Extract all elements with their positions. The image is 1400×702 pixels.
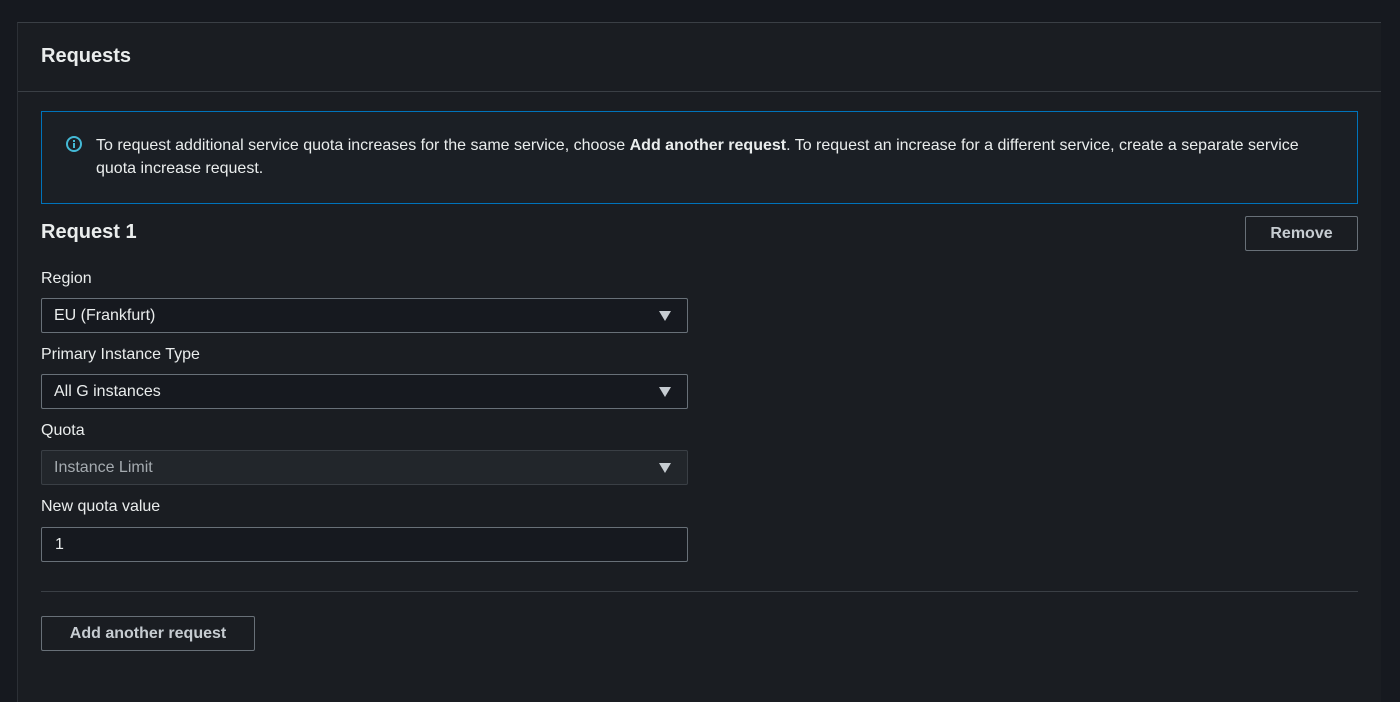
requests-panel: Requests To request additional service q… bbox=[17, 22, 1381, 702]
quota-select-value: Instance Limit bbox=[54, 459, 153, 476]
region-select-value: EU (Frankfurt) bbox=[54, 307, 156, 324]
caret-down-icon bbox=[659, 311, 671, 321]
add-another-request-button[interactable]: Add another request bbox=[41, 616, 255, 651]
new-quota-input-value: 1 bbox=[55, 536, 64, 553]
region-select[interactable]: EU (Frankfurt) bbox=[41, 298, 688, 333]
info-text-before: To request additional service quota incr… bbox=[96, 137, 630, 154]
info-alert: To request additional service quota incr… bbox=[41, 111, 1358, 204]
quota-label: Quota bbox=[41, 422, 85, 439]
new-quota-input[interactable]: 1 bbox=[41, 527, 688, 562]
remove-button[interactable]: Remove bbox=[1245, 216, 1358, 251]
info-icon bbox=[66, 136, 82, 152]
quota-select: Instance Limit bbox=[41, 450, 688, 485]
instance-type-select-value: All G instances bbox=[54, 383, 161, 400]
caret-down-icon bbox=[659, 463, 671, 473]
instance-type-select[interactable]: All G instances bbox=[41, 374, 688, 409]
panel-header: Requests bbox=[18, 23, 1381, 92]
new-quota-label: New quota value bbox=[41, 498, 161, 515]
panel-title: Requests bbox=[41, 45, 132, 67]
instance-type-label: Primary Instance Type bbox=[41, 346, 200, 363]
region-label: Region bbox=[41, 270, 92, 287]
info-text-bold: Add another request bbox=[629, 137, 787, 154]
caret-down-icon bbox=[659, 387, 671, 397]
divider bbox=[41, 591, 1358, 592]
request-title: Request 1 bbox=[41, 221, 137, 243]
info-text: To request additional service quota incr… bbox=[96, 134, 1316, 180]
